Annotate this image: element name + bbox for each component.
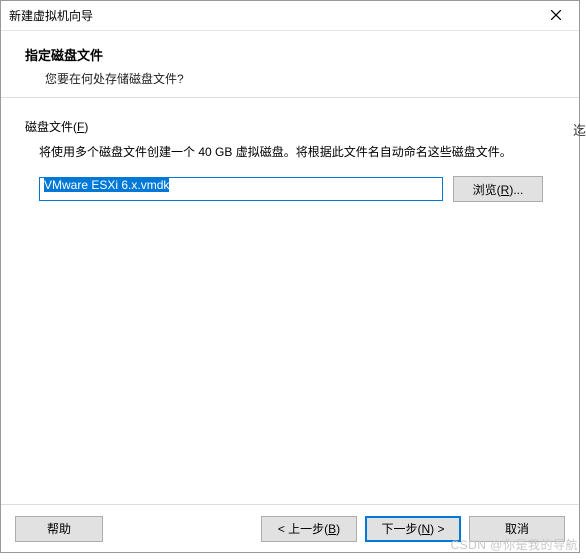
- disk-file-group-label: 磁盘文件(F): [25, 118, 555, 135]
- disk-file-input-row: VMware ESXi 6.x.vmdk 浏览(R)...: [39, 176, 555, 202]
- disk-file-description: 将使用多个磁盘文件创建一个 40 GB 虚拟磁盘。将根据此文件名自动命名这些磁盘…: [39, 143, 555, 162]
- wizard-dialog: 新建虚拟机向导 指定磁盘文件 您要在何处存储磁盘文件? 磁盘文件(F) 将使用多…: [0, 0, 580, 553]
- back-button[interactable]: < 上一步(B): [261, 516, 357, 542]
- close-icon: [551, 8, 561, 23]
- window-close-button[interactable]: [533, 1, 579, 31]
- disk-file-input[interactable]: VMware ESXi 6.x.vmdk: [39, 177, 443, 201]
- titlebar: 新建虚拟机向导: [1, 1, 579, 31]
- disk-file-input-value: VMware ESXi 6.x.vmdk: [44, 178, 169, 192]
- browse-button[interactable]: 浏览(R)...: [453, 176, 543, 202]
- cancel-button[interactable]: 取消: [469, 516, 565, 542]
- wizard-footer: 帮助 < 上一步(B) 下一步(N) > 取消: [1, 504, 579, 552]
- wizard-content: 磁盘文件(F) 将使用多个磁盘文件创建一个 40 GB 虚拟磁盘。将根据此文件名…: [1, 98, 579, 504]
- page-subtitle: 您要在何处存储磁盘文件?: [45, 70, 555, 87]
- help-button[interactable]: 帮助: [15, 516, 103, 542]
- wizard-header: 指定磁盘文件 您要在何处存储磁盘文件?: [1, 31, 579, 98]
- page-title: 指定磁盘文件: [25, 45, 555, 64]
- window-title: 新建虚拟机向导: [9, 7, 93, 24]
- cropped-text-fragment: 迄: [573, 120, 586, 139]
- next-button[interactable]: 下一步(N) >: [365, 516, 461, 542]
